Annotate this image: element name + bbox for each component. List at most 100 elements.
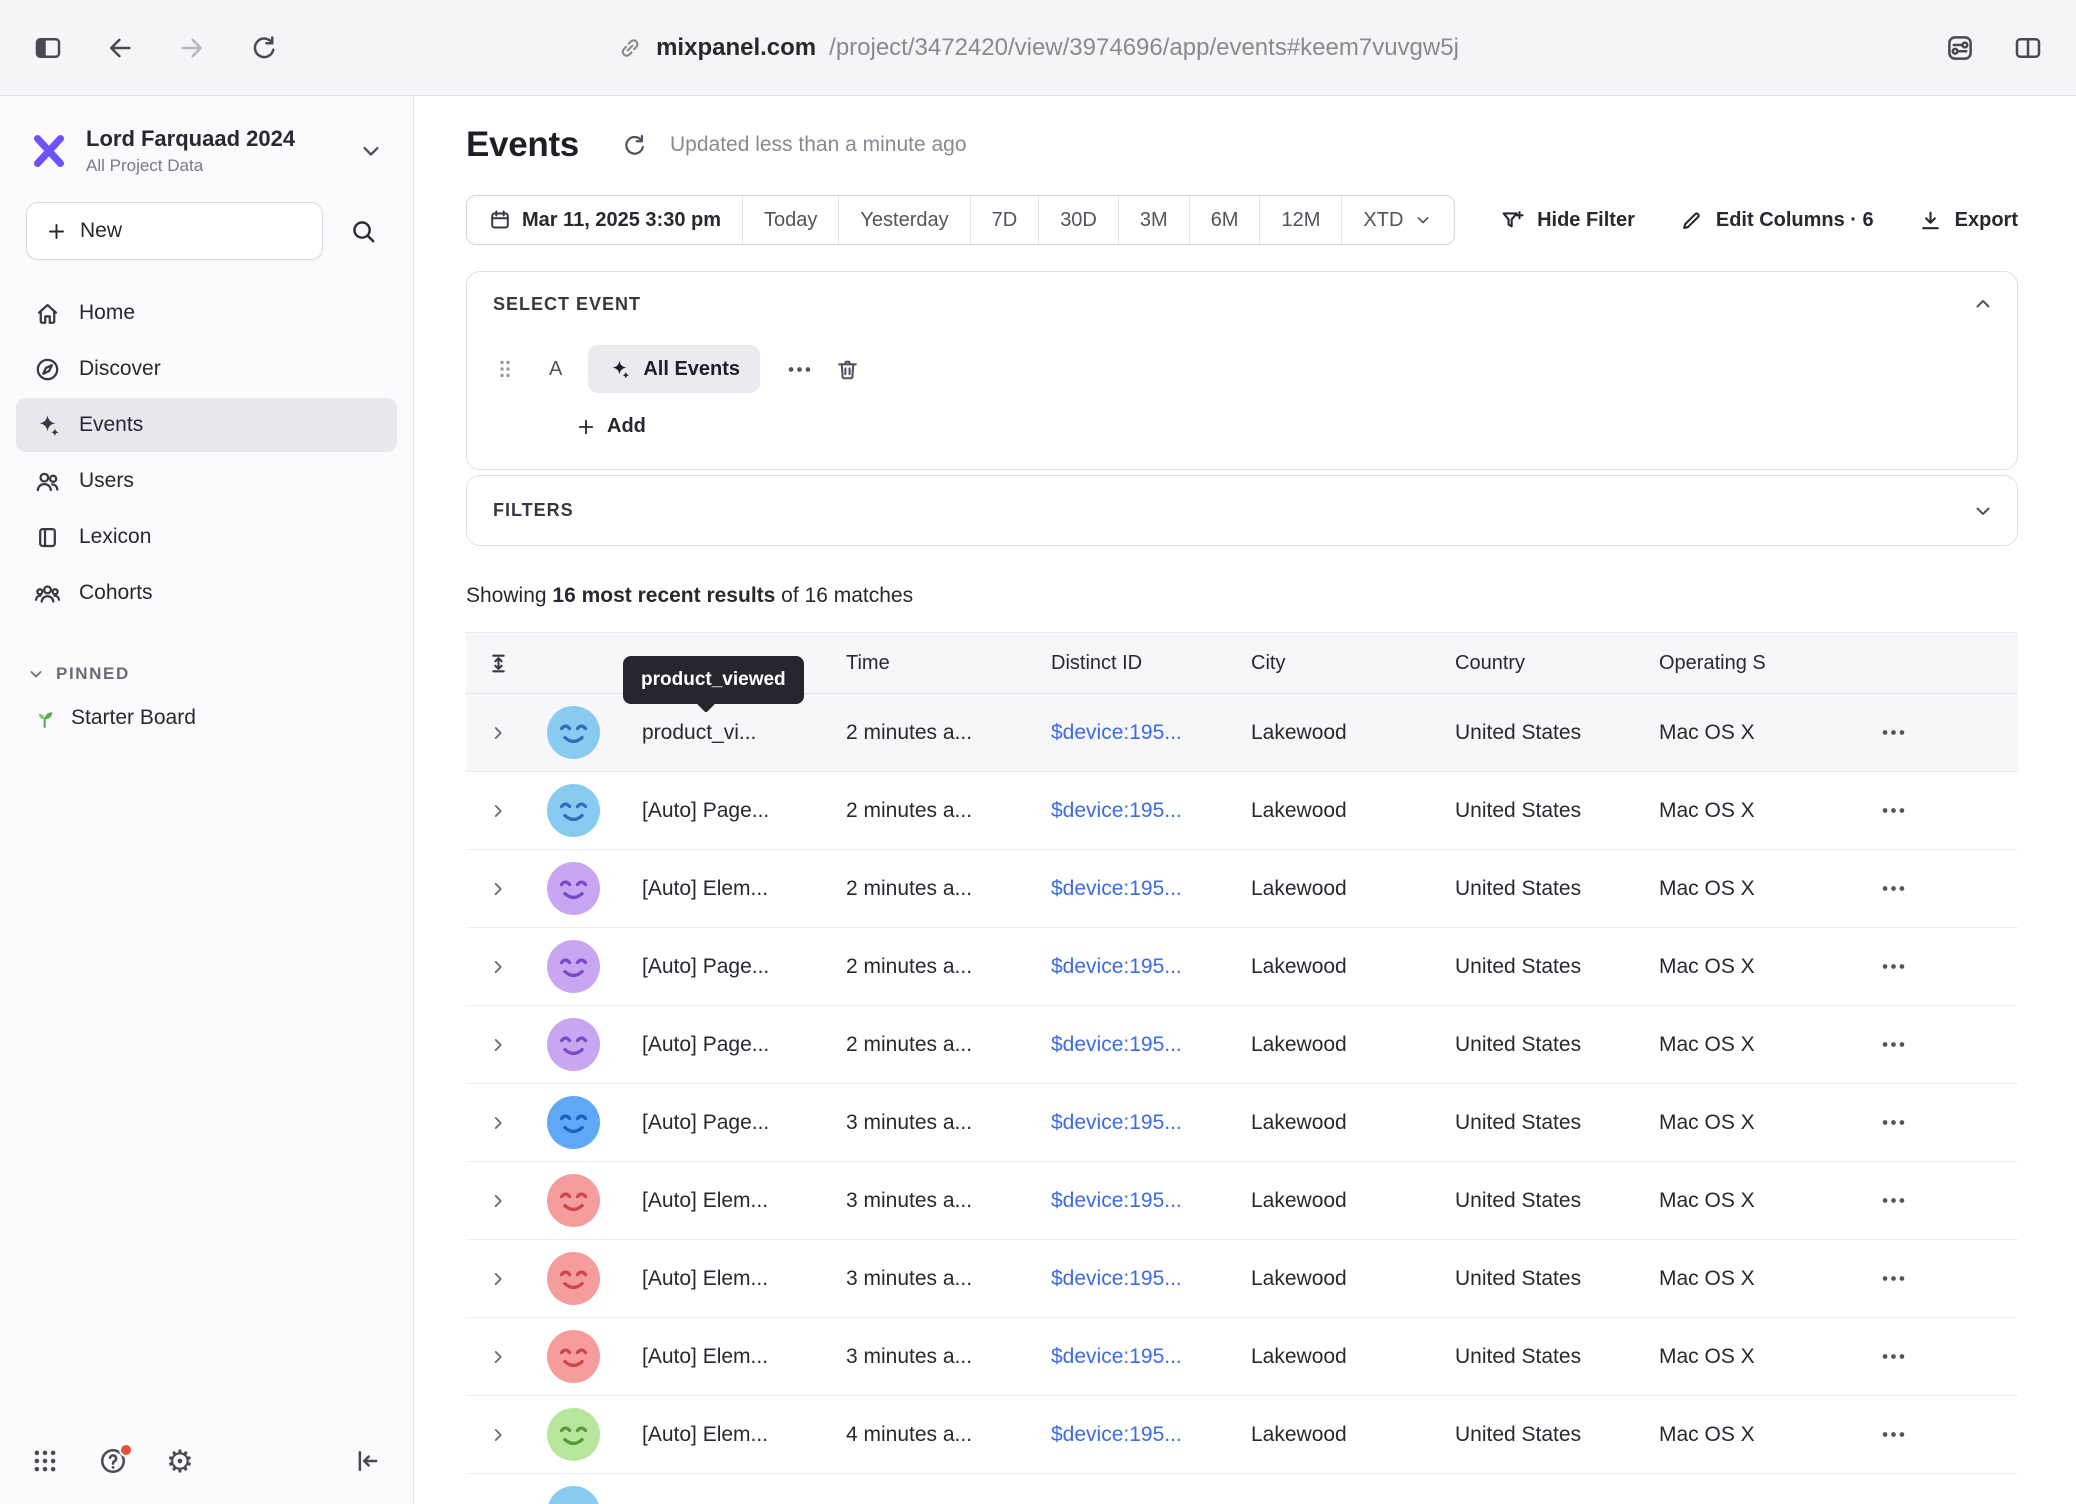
- distinct-id-link[interactable]: $device:195...: [1051, 955, 1251, 979]
- row-actions-button[interactable]: [1862, 719, 2018, 746]
- distinct-id-link[interactable]: $device:195...: [1051, 1345, 1251, 1369]
- range-yesterday[interactable]: Yesterday: [838, 196, 969, 244]
- page-settings-button[interactable]: [1938, 26, 1982, 70]
- expand-section-button[interactable]: [1971, 499, 1995, 523]
- expand-row-button[interactable]: [466, 1034, 542, 1056]
- chevron-down-icon[interactable]: [357, 137, 385, 165]
- settings-button[interactable]: ⚙: [166, 1446, 194, 1477]
- row-actions-button[interactable]: [1862, 1031, 2018, 1058]
- sidebar-item-events[interactable]: Events: [16, 398, 397, 452]
- expand-row-button[interactable]: [466, 722, 542, 744]
- distinct-id-link[interactable]: $device:195...: [1051, 799, 1251, 823]
- distinct-id-link[interactable]: $device:195...: [1051, 1189, 1251, 1213]
- sidebar-item-cohorts[interactable]: Cohorts: [16, 566, 397, 620]
- range-group: Mar 11, 2025 3:30 pm TodayYesterday7D30D…: [466, 195, 1455, 245]
- row-actions-button[interactable]: [1862, 1187, 2018, 1214]
- expand-row-button[interactable]: [466, 878, 542, 900]
- add-event-button[interactable]: Add: [575, 415, 646, 438]
- expand-row-button[interactable]: [466, 1346, 542, 1368]
- edit-columns-button[interactable]: Edit Columns · 6: [1679, 208, 1874, 233]
- row-actions-button[interactable]: [1862, 953, 2018, 980]
- expand-row-button[interactable]: [466, 1112, 542, 1134]
- search-button[interactable]: [337, 205, 389, 257]
- sidebar-item-discover[interactable]: Discover: [16, 342, 397, 396]
- range-6m[interactable]: 6M: [1189, 196, 1260, 244]
- select-event-card: SELECT EVENT A A: [466, 271, 2018, 470]
- distinct-id-link[interactable]: $device:195...: [1051, 721, 1251, 745]
- expand-row-button[interactable]: [466, 1190, 542, 1212]
- event-name-cell[interactable]: [Auto] Elem...: [616, 1267, 846, 1291]
- distinct-id-link[interactable]: $device:195...: [1051, 1033, 1251, 1057]
- workspace-switcher[interactable]: Lord Farquaad 2024 All Project Data: [0, 96, 413, 176]
- event-name-cell[interactable]: [Auto] Elem...: [616, 877, 846, 901]
- row-actions-button[interactable]: [1862, 1421, 2018, 1448]
- event-name-cell[interactable]: [Auto] Elem...: [616, 1345, 846, 1369]
- range-xtd[interactable]: XTD: [1341, 196, 1454, 244]
- sidebar-item-starter-board[interactable]: Starter Board: [16, 692, 397, 744]
- kebab-icon: [1880, 1031, 1907, 1058]
- row-actions-button[interactable]: [1862, 875, 2018, 902]
- download-icon: [1918, 208, 1943, 233]
- event-name-cell[interactable]: [Auto] Elem...: [616, 1423, 846, 1447]
- avatar: [542, 1096, 616, 1149]
- sidebar-item-home[interactable]: Home: [16, 286, 397, 340]
- sidebar-item-users[interactable]: Users: [16, 454, 397, 508]
- range-12m[interactable]: 12M: [1259, 196, 1341, 244]
- range-3m[interactable]: 3M: [1118, 196, 1189, 244]
- chevron-down-icon: [26, 664, 46, 684]
- forward-button[interactable]: [170, 26, 214, 70]
- distinct-id-link[interactable]: $device:195...: [1051, 1423, 1251, 1447]
- sidebar-toggle-button[interactable]: [26, 26, 70, 70]
- collapse-sidebar-button[interactable]: [353, 1446, 383, 1476]
- event-selector-chip[interactable]: All Events: [588, 345, 760, 393]
- range-30d[interactable]: 30D: [1038, 196, 1118, 244]
- kebab-icon: [1880, 1343, 1907, 1370]
- sparkle-icon: [34, 412, 61, 439]
- split-view-icon: [2013, 33, 2043, 63]
- event-name-cell[interactable]: [Auto] Page...: [616, 955, 846, 979]
- row-actions-button[interactable]: [1862, 797, 2018, 824]
- expand-row-button[interactable]: [466, 1424, 542, 1446]
- event-name-cell[interactable]: product_vi...: [616, 721, 846, 745]
- distinct-id-link[interactable]: $device:195...: [1051, 877, 1251, 901]
- apps-grid-button[interactable]: [30, 1446, 60, 1476]
- expand-row-button[interactable]: [466, 1268, 542, 1290]
- reload-button[interactable]: [242, 26, 286, 70]
- expand-row-button[interactable]: [466, 956, 542, 978]
- back-button[interactable]: [98, 26, 142, 70]
- distinct-id-link[interactable]: $device:195...: [1051, 1267, 1251, 1291]
- kebab-icon: [1880, 797, 1907, 824]
- time-cell: 2 minutes a...: [846, 799, 1051, 823]
- distinct-id-link[interactable]: $device:195...: [1051, 1111, 1251, 1135]
- range-today[interactable]: Today: [742, 196, 838, 244]
- event-name-cell[interactable]: [Auto] Elem...: [616, 1189, 846, 1213]
- split-view-button[interactable]: [2006, 26, 2050, 70]
- chevron-up-icon: [1971, 292, 1995, 316]
- time-cell: 3 minutes a...: [846, 1189, 1051, 1213]
- event-options-button[interactable]: [786, 356, 813, 383]
- export-button[interactable]: Export: [1918, 208, 2018, 233]
- expand-all-rows-button[interactable]: [466, 651, 542, 676]
- row-actions-button[interactable]: [1862, 1109, 2018, 1136]
- date-picker-button[interactable]: Mar 11, 2025 3:30 pm: [467, 196, 742, 244]
- expand-row-button[interactable]: [466, 800, 542, 822]
- row-actions-button[interactable]: [1862, 1343, 2018, 1370]
- refresh-button[interactable]: [621, 132, 648, 159]
- row-actions-button[interactable]: [1862, 1499, 2018, 1504]
- row-actions-button[interactable]: [1862, 1265, 2018, 1292]
- collapse-section-button[interactable]: [1971, 292, 1995, 316]
- help-button[interactable]: [98, 1446, 128, 1476]
- sidebar-item-lexicon[interactable]: Lexicon: [16, 510, 397, 564]
- delete-event-button[interactable]: [835, 357, 860, 382]
- time-cell: 4 minutes a...: [846, 1423, 1051, 1447]
- sidebar-item-label: Events: [79, 413, 143, 437]
- hide-filter-button[interactable]: Hide Filter: [1500, 208, 1635, 233]
- event-name-cell[interactable]: [Auto] Page...: [616, 1111, 846, 1135]
- event-name-cell[interactable]: [Auto] Page...: [616, 799, 846, 823]
- address-bar[interactable]: mixpanel.com/project/3472420/view/397469…: [617, 34, 1459, 62]
- range-7d[interactable]: 7D: [970, 196, 1039, 244]
- pinned-section-header[interactable]: PINNED: [0, 664, 413, 684]
- new-button[interactable]: New: [26, 202, 323, 260]
- event-name-cell[interactable]: [Auto] Page...: [616, 1033, 846, 1057]
- drag-handle[interactable]: [493, 357, 517, 381]
